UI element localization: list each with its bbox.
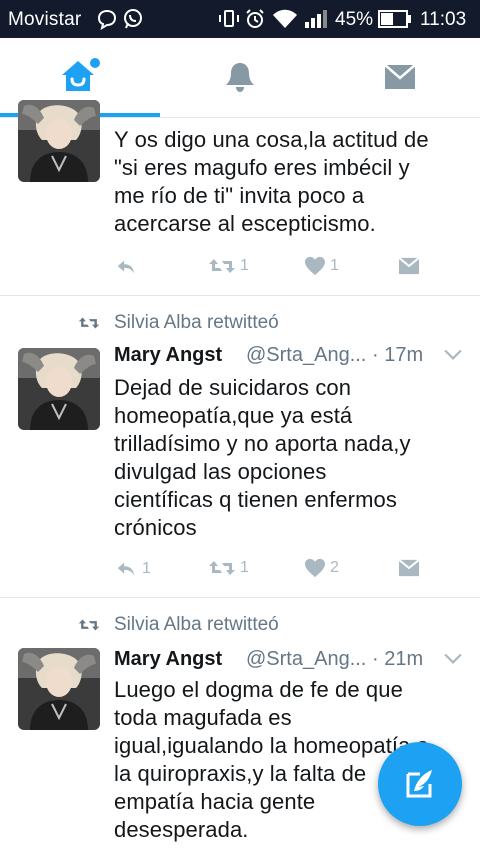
tweet-line: trilladísimo y no aporta nada,y [114, 431, 411, 456]
tweet-line: científicas q tienen enfermos [114, 487, 397, 512]
tweet-actions: 1 1 2 [114, 558, 454, 582]
user-photo-icon [18, 100, 100, 182]
chevron-down-icon[interactable] [444, 349, 462, 361]
author-handle[interactable]: @Srta_Ang... [246, 344, 366, 367]
author-handle[interactable]: @Srta_Ang... [246, 648, 366, 671]
tweet-actions: 1 1 [114, 256, 454, 280]
home-icon [62, 58, 100, 91]
user-photo-icon [18, 348, 100, 430]
reply-button[interactable] [114, 256, 142, 278]
like-button[interactable]: 1 [304, 256, 339, 276]
retweet-icon [208, 558, 236, 578]
direct-message-icon [398, 256, 420, 276]
retweeted-icon [78, 315, 100, 331]
wifi-icon [273, 9, 297, 28]
alarm-icon [246, 9, 264, 28]
user-photo-icon [18, 648, 100, 730]
notifications-bell-icon [226, 63, 254, 92]
avatar[interactable] [18, 100, 100, 182]
tweet-line: crónicos [114, 515, 197, 540]
heart-icon [304, 256, 326, 276]
carrier-name: Movistar [8, 9, 82, 30]
like-button[interactable]: 2 [304, 558, 339, 578]
tab-messages[interactable] [320, 38, 480, 116]
chat-bubble-icon [97, 9, 117, 30]
tweet-header: Mary Angst @Srta_Ang... · 21m [114, 648, 464, 676]
author-name[interactable]: Mary Angst [114, 344, 222, 367]
tweet-header: Mary Angst @Srta_Ang... · 17m [114, 344, 464, 372]
retweeted-icon [78, 617, 100, 633]
messages-envelope-icon [384, 64, 416, 89]
heart-icon [304, 558, 326, 578]
tweet-time: · 17m [372, 344, 424, 366]
tweet-line: me río de ti" invita poco a [114, 183, 365, 208]
battery-icon [378, 10, 411, 28]
reply-icon [114, 558, 138, 580]
retweeted-by-text: Silvia Alba retwitteó [114, 614, 279, 635]
tweet-text: Dejad de suicidaros con homeopatía,que y… [114, 374, 464, 542]
tweet-line: homeopatía,que ya está [114, 403, 353, 428]
tweet-time: · 21m [372, 648, 424, 670]
compose-tweet-button[interactable] [378, 742, 462, 826]
reply-icon [114, 256, 138, 278]
status-bar: Movistar 45% 11:03 [0, 0, 480, 38]
retweet-count: 1 [240, 559, 249, 576]
retweet-button[interactable]: 1 [208, 256, 249, 276]
author-name[interactable]: Mary Angst [114, 648, 222, 671]
avatar[interactable] [18, 648, 100, 730]
reply-button[interactable]: 1 [114, 558, 151, 580]
retweet-count: 1 [240, 257, 249, 274]
retweet-icon [208, 256, 236, 276]
tab-notifications[interactable] [160, 38, 320, 116]
retweeted-by-line[interactable]: Silvia Alba retwitteó [78, 312, 279, 334]
retweeted-by-line[interactable]: Silvia Alba retwitteó [78, 614, 279, 636]
tweet-line: Y os digo una cosa,la actitud de [114, 127, 429, 152]
tweet-1[interactable]: Y os digo una cosa,la actitud de "si ere… [0, 118, 480, 296]
retweet-button[interactable]: 1 [208, 558, 249, 578]
direct-message-button[interactable] [398, 558, 420, 578]
like-count: 2 [330, 559, 339, 576]
direct-message-button[interactable] [398, 256, 420, 276]
retweeted-by-text: Silvia Alba retwitteó [114, 312, 279, 333]
tweet-line: acercarse al escepticismo. [114, 211, 376, 236]
tweet-line: Luego el dogma de fe de que [114, 677, 403, 702]
signal-icon [305, 10, 327, 28]
direct-message-icon [398, 558, 420, 578]
tweet-line: divulgad las opciones [114, 459, 327, 484]
vibrate-icon [219, 10, 239, 27]
clock: 11:03 [420, 9, 467, 30]
tweet-2[interactable]: Silvia Alba retwitteó Mary Angst @Srta_A… [0, 296, 480, 598]
reply-count: 1 [142, 560, 151, 577]
whatsapp-icon [124, 9, 142, 29]
tweet-line: toda magufada es [114, 705, 292, 730]
compose-tweet-icon [406, 770, 432, 798]
battery-percent: 45% [335, 9, 374, 30]
like-count: 1 [330, 257, 339, 274]
chevron-down-icon[interactable] [444, 653, 462, 665]
avatar[interactable] [18, 348, 100, 430]
tweet-text: Y os digo una cosa,la actitud de "si ere… [114, 126, 464, 238]
tweet-line: "si eres magufo eres imbécil y [114, 155, 410, 180]
tweet-line: Dejad de suicidaros con [114, 375, 352, 400]
